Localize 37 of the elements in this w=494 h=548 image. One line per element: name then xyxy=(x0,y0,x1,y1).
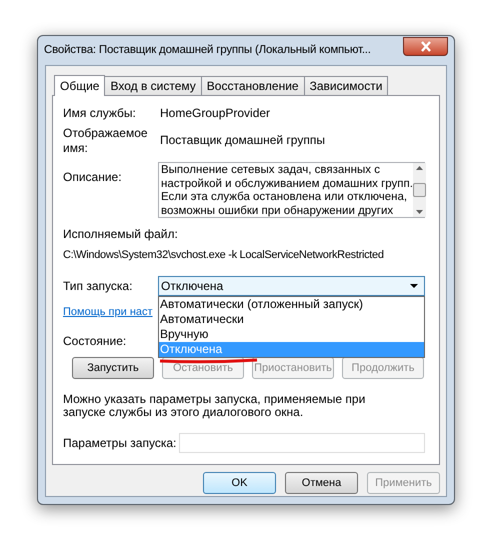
service-name: HomeGroupProvider xyxy=(160,105,270,122)
dropdown-option[interactable]: Автоматически xyxy=(159,312,424,326)
scroll-up-icon[interactable] xyxy=(416,166,423,170)
field-label: Имя службы: xyxy=(63,105,137,122)
tab[interactable]: Зависимости xyxy=(304,76,388,95)
close-icon xyxy=(420,41,432,52)
tab[interactable]: Восстановление xyxy=(200,76,305,95)
note-text: Можно указать параметры запуска, применяемые при запуске службы из этого диалогового окна. xyxy=(63,393,366,419)
field-label: Тип запуска: xyxy=(63,278,134,294)
dialog-button[interactable]: Запустить xyxy=(72,357,154,379)
scroll-thumb[interactable] xyxy=(412,183,426,197)
start-params-field[interactable] xyxy=(179,433,425,453)
startup-type-select[interactable]: Отключена xyxy=(158,276,425,296)
field-label: Отображаемое имя: xyxy=(63,126,149,156)
ok-button[interactable]: OK xyxy=(203,472,276,494)
dropdown-option[interactable]: Автоматически (отложенный запуск) xyxy=(159,296,424,312)
description-line: настройкой и обслуживанием домашних групп. xyxy=(161,178,413,191)
caret-icon xyxy=(410,284,418,288)
help-link[interactable]: Помощь при наст xyxy=(63,304,153,320)
tab[interactable]: Вход в систему xyxy=(104,76,202,95)
description-line: Если эта служба остановлена или отключена, xyxy=(161,191,408,204)
scroll-down-icon[interactable] xyxy=(416,210,423,214)
description-line: возможны ошибки при обнаружении других xyxy=(161,204,394,218)
scrollbar[interactable] xyxy=(412,163,426,217)
field-label: Описание: xyxy=(63,169,123,186)
tab[interactable]: Общие xyxy=(54,75,106,96)
description-line: Выполнение сетевых задач, связанных с xyxy=(161,164,381,178)
field-label: Состояние: xyxy=(63,333,126,350)
window-title: Свойства: Поставщик домашней группы (Локальный компьют... xyxy=(44,42,371,58)
dialog-button[interactable]: Отмена xyxy=(285,472,358,494)
field-label: Параметры запуска: xyxy=(63,435,178,452)
close-button[interactable] xyxy=(403,37,448,56)
dropdown-option[interactable]: Вручную xyxy=(159,326,424,342)
executable-path: C:\Windows\System32\svchost.exe -k LocalServiceNetworkRestricted xyxy=(63,248,384,263)
field-label: Исполняемый файл: xyxy=(63,226,179,243)
description-field[interactable]: Выполнение сетевых задач, связанных с настройкой и обслуживанием домашних групп. Если эта служба остановлена или отключена, возможны ошибки при обнаружении других xyxy=(158,162,425,218)
display-name: Поставщик домашней группы xyxy=(160,132,325,149)
